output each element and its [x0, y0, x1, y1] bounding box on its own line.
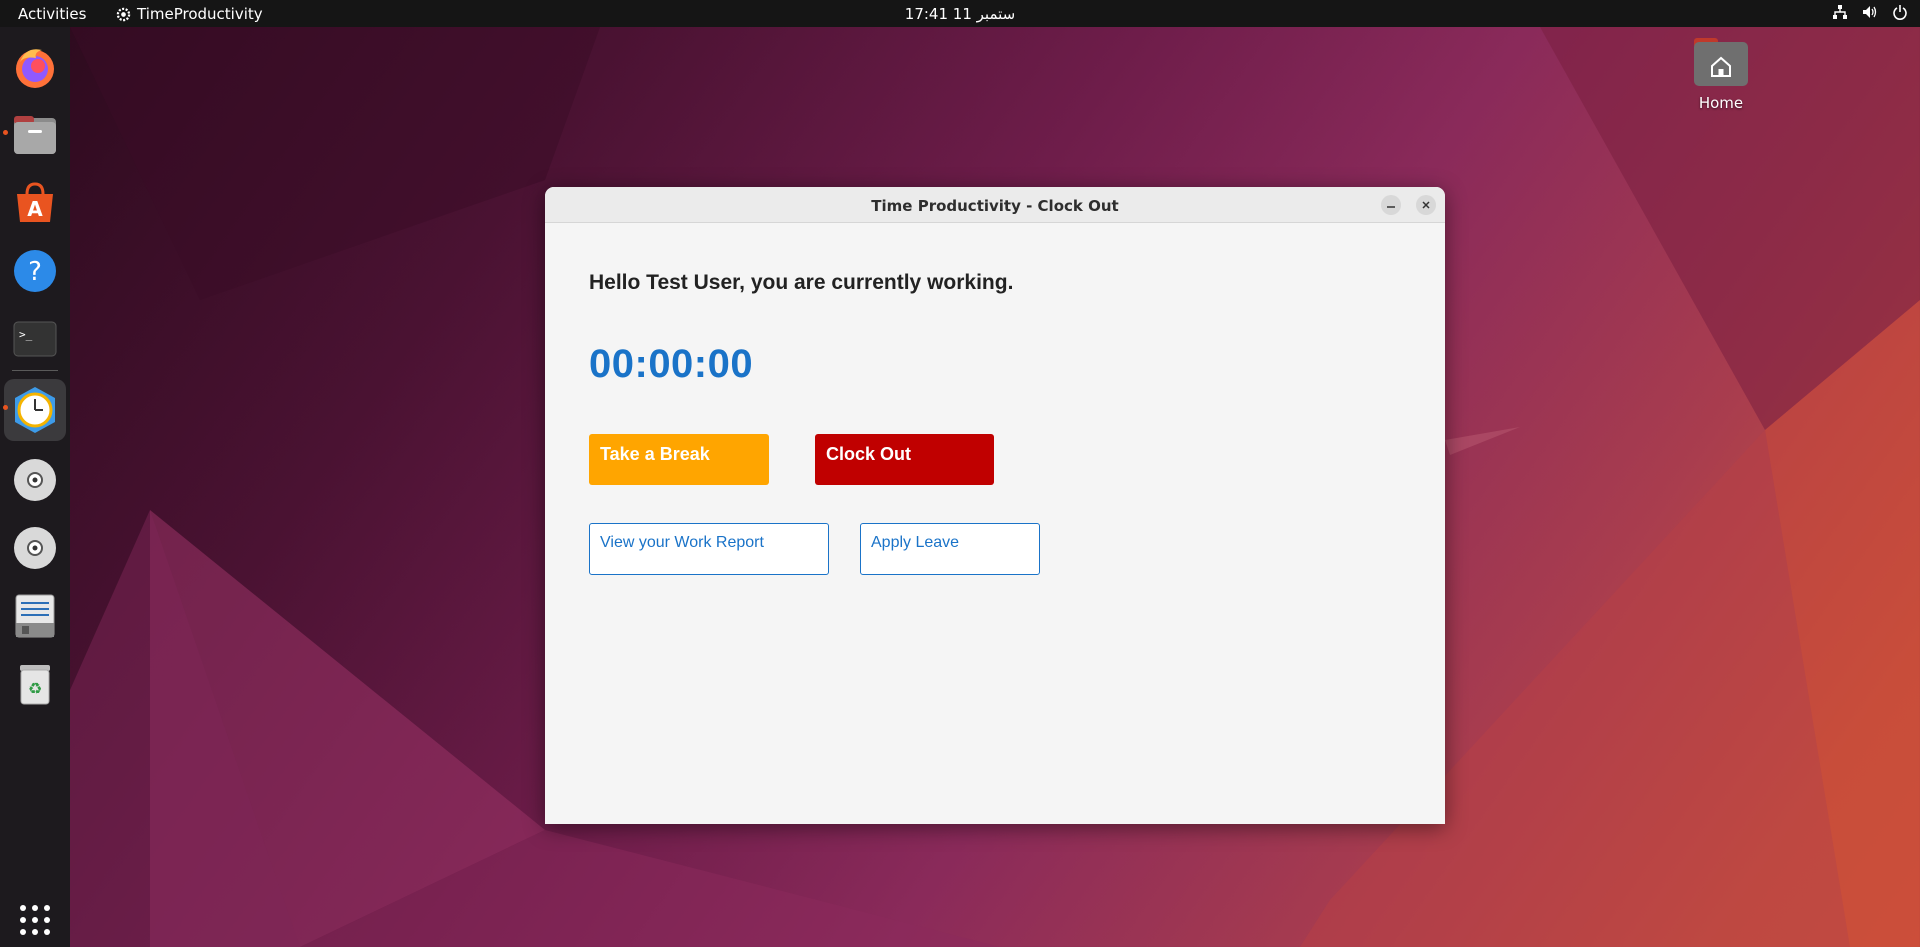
- time-productivity-icon: [15, 387, 55, 433]
- desktop-home-folder[interactable]: Home: [1686, 36, 1756, 112]
- dock-disc-2[interactable]: [4, 517, 66, 579]
- disc-icon: [14, 459, 56, 501]
- network-icon: [1833, 5, 1847, 19]
- dock-app-center[interactable]: A: [4, 172, 66, 234]
- running-indicator: [3, 405, 8, 410]
- greeting-text: Hello Test User, you are currently worki…: [589, 271, 1014, 294]
- dock-text-editor[interactable]: [4, 585, 66, 647]
- apply-leave-button[interactable]: Apply Leave: [860, 523, 1040, 575]
- volume-icon: [1863, 6, 1877, 18]
- dock-files[interactable]: [4, 104, 66, 166]
- dock-trash[interactable]: ♻: [4, 653, 66, 715]
- take-break-button[interactable]: Take a Break: [589, 434, 769, 485]
- top-bar: Activities TimeProductivity 17:41 11 ستم…: [0, 0, 1920, 27]
- trash-icon: ♻: [20, 665, 50, 705]
- text-editor-icon: [15, 594, 55, 638]
- window-titlebar[interactable]: Time Productivity - Clock Out: [545, 187, 1445, 223]
- dock-show-apps[interactable]: [4, 889, 66, 947]
- files-icon: [14, 116, 56, 154]
- clock-out-button[interactable]: Clock Out: [815, 434, 994, 485]
- help-icon: ?: [14, 250, 56, 292]
- show-apps-icon: [20, 905, 50, 935]
- clock[interactable]: 17:41 11 ستمبر: [0, 5, 1920, 23]
- clock-label: 17:41 11 ستمبر: [904, 5, 1016, 23]
- dock-time-productivity[interactable]: [4, 379, 66, 441]
- dock-firefox[interactable]: [4, 36, 66, 98]
- dock-disc-1[interactable]: [4, 449, 66, 511]
- close-icon: [1422, 201, 1430, 209]
- minimize-icon: [1387, 206, 1395, 208]
- dock: A ? >_ ♻: [0, 27, 70, 947]
- home-folder-label: Home: [1698, 94, 1744, 112]
- svg-text:?: ?: [28, 257, 42, 287]
- work-timer: 00:00:00: [589, 342, 754, 386]
- power-icon: [1893, 5, 1907, 20]
- app-window: Time Productivity - Clock Out Hello Test…: [545, 187, 1445, 824]
- home-folder-icon: [1694, 38, 1748, 86]
- svg-text:A: A: [27, 197, 43, 221]
- svg-text:♻: ♻: [28, 679, 42, 698]
- minimize-button[interactable]: [1381, 195, 1401, 215]
- window-title: Time Productivity - Clock Out: [871, 197, 1119, 215]
- dock-terminal[interactable]: >_: [4, 308, 66, 370]
- dock-help[interactable]: ?: [4, 240, 66, 302]
- svg-text:>_: >_: [19, 328, 33, 341]
- firefox-icon: [16, 49, 54, 88]
- dock-separator: [12, 370, 58, 371]
- system-tray[interactable]: [1832, 4, 1908, 20]
- view-work-report-button[interactable]: View your Work Report: [589, 523, 829, 575]
- close-button[interactable]: [1416, 195, 1436, 215]
- terminal-icon: >_: [13, 321, 57, 357]
- disc-icon: [14, 527, 56, 569]
- app-center-icon: A: [17, 182, 53, 222]
